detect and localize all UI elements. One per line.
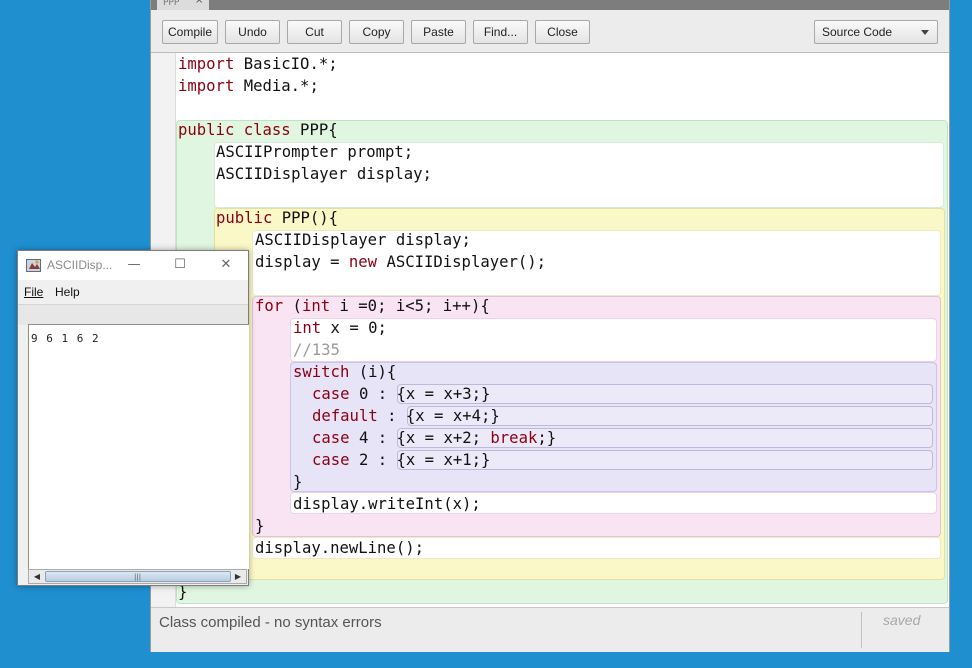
saved-indicator: saved: [883, 612, 921, 628]
loop-body-block: [290, 318, 937, 362]
chevron-down-icon: [921, 30, 929, 35]
cut-button[interactable]: Cut: [287, 20, 342, 44]
scroll-left-icon[interactable]: ◀: [30, 570, 44, 583]
java-app-icon: [26, 259, 41, 272]
code-line: case 0 : {x = x+3;}: [312, 385, 491, 403]
close-icon[interactable]: ✕: [214, 255, 238, 275]
maximize-icon[interactable]: ☐: [168, 255, 192, 275]
code-line: display.writeInt(x);: [293, 495, 481, 513]
code-line: display.newLine();: [255, 539, 424, 557]
ascii-toolbar-strip: [18, 304, 248, 325]
editor-window: PPP × Compile Undo Cut Copy Paste Find..…: [150, 0, 950, 652]
code-line: }: [255, 517, 265, 535]
status-divider: [861, 612, 862, 648]
code-line: default : {x = x+4;}: [312, 407, 500, 425]
ascii-menu-bar: File Help: [18, 280, 248, 304]
menu-help[interactable]: Help: [55, 285, 80, 299]
code-line: int x = 0;: [293, 319, 387, 337]
find-button[interactable]: Find...: [473, 20, 528, 44]
copy-button[interactable]: Copy: [349, 20, 404, 44]
status-bar: Class compiled - no syntax errors saved: [151, 607, 949, 652]
paste-button[interactable]: Paste: [411, 20, 466, 44]
scrollbar-thumb[interactable]: |||: [45, 571, 231, 582]
code-line: public PPP(){: [216, 209, 339, 227]
code-line: }: [293, 473, 303, 491]
undo-button[interactable]: Undo: [225, 20, 280, 44]
status-message: Class compiled - no syntax errors: [159, 614, 382, 631]
code-line: switch (i){: [293, 363, 397, 381]
code-line: display = new ASCIIDisplayer();: [255, 253, 547, 271]
ascii-title-bar[interactable]: ASCIIDisp... — ☐ ✕: [18, 251, 248, 280]
compile-button[interactable]: Compile: [162, 20, 218, 44]
ascii-window-title: ASCIIDisp...: [47, 258, 113, 272]
code-line: ASCIIDisplayer display;: [255, 231, 471, 249]
code-comment: //135: [293, 341, 340, 359]
code-line: ASCIIPrompter prompt;: [216, 143, 414, 161]
horizontal-scrollbar[interactable]: ◀ ||| ▶: [28, 569, 247, 584]
grip-icon: |||: [134, 573, 142, 581]
editor-tab-label: PPP: [163, 0, 180, 8]
view-mode-select[interactable]: Source Code: [814, 20, 938, 44]
code-line: case 2 : {x = x+1;}: [312, 451, 491, 469]
view-mode-value: Source Code: [822, 25, 893, 39]
menu-file[interactable]: File: [24, 285, 43, 299]
code-line: import BasicIO.*;: [178, 55, 338, 73]
minimize-icon[interactable]: —: [122, 255, 146, 275]
editor-tab[interactable]: PPP ×: [157, 0, 209, 10]
code-line: case 4 : {x = x+2; break;}: [312, 429, 557, 447]
editor-title-bar: PPP ×: [151, 0, 949, 10]
code-line: public class PPP{: [178, 121, 338, 139]
ascii-output-text: 9 6 1 6 2: [31, 332, 100, 345]
scroll-right-icon[interactable]: ▶: [231, 570, 245, 583]
ascii-displayer-window: ASCIIDisp... — ☐ ✕ File Help 9 6 1 6 2 ◀…: [17, 250, 249, 586]
code-line: for (int i =0; i<5; i++){: [255, 297, 490, 315]
code-line: ASCIIDisplayer display;: [216, 165, 432, 183]
close-tab-icon[interactable]: ×: [195, 0, 203, 6]
close-button[interactable]: Close: [535, 20, 590, 44]
code-editor[interactable]: import BasicIO.*; import Media.*; public…: [151, 53, 949, 607]
ascii-output-area[interactable]: 9 6 1 6 2: [28, 324, 249, 569]
code-line: import Media.*;: [178, 77, 319, 95]
editor-toolbar: Compile Undo Cut Copy Paste Find... Clos…: [151, 10, 949, 53]
